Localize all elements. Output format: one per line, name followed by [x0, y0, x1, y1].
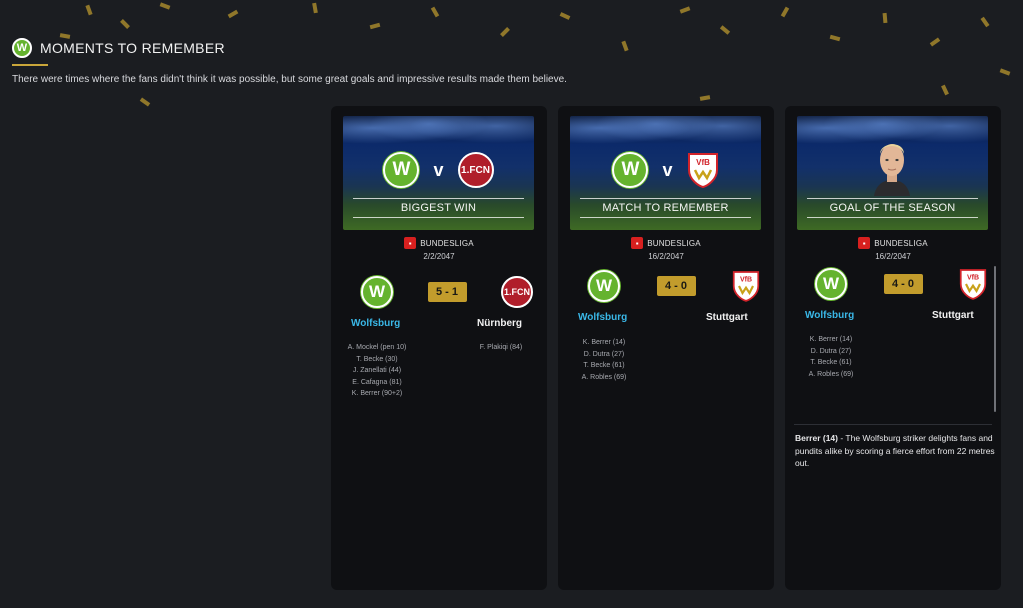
bundesliga-icon: ▪ — [858, 237, 871, 249]
nurnberg-crest-icon: 1.FCN — [457, 152, 494, 188]
page-title: MOMENTS TO REMEMBER — [40, 40, 225, 56]
score-row: W 5 - 1 1.FCN — [331, 276, 547, 308]
card-banner: W v VfB MATCH TO REMEMBER — [570, 116, 761, 230]
competition-row[interactable]: ▪ BUNDESLIGA — [785, 237, 1001, 249]
goal-description: Berrer (14) - The Wolfsburg striker deli… — [795, 432, 995, 470]
match-score[interactable]: 4 - 0 — [656, 276, 696, 296]
scorer[interactable]: K. Berrer (14) — [795, 334, 867, 346]
moment-card-biggest-win[interactable]: W v 1.FCN BIGGEST WIN ▪ BUNDESLIGA 2/2/2… — [331, 106, 547, 590]
home-team-name[interactable]: Wolfsburg — [578, 312, 627, 323]
stuttgart-crest-icon: VfB — [687, 153, 718, 188]
bundesliga-icon: ▪ — [404, 237, 417, 249]
away-team-name[interactable]: Stuttgart — [932, 310, 974, 321]
scorer[interactable]: E. Cafagna (81) — [339, 377, 415, 389]
nurnberg-crest-icon[interactable]: 1.FCN — [501, 276, 533, 308]
page-header: W MOMENTS TO REMEMBER There were times w… — [12, 38, 1012, 85]
svg-text:VfB: VfB — [967, 275, 979, 282]
svg-text:VfB: VfB — [740, 277, 752, 284]
scorer[interactable]: T. Becke (61) — [568, 360, 640, 372]
wolfsburg-club-icon: W — [12, 38, 32, 58]
away-team-name[interactable]: Nürnberg — [477, 318, 522, 329]
home-scorers: K. Berrer (14) D. Dutra (27) T. Becke (6… — [795, 334, 867, 380]
banner-label: MATCH TO REMEMBER — [602, 202, 729, 214]
scorer[interactable]: A. Robles (69) — [568, 372, 640, 384]
moment-card-goal-of-the-season[interactable]: GOAL OF THE SEASON ▪ BUNDESLIGA 16/2/204… — [785, 106, 1001, 590]
score-row: W 4 - 0 VfB — [785, 268, 1001, 300]
match-score[interactable]: 4 - 0 — [883, 274, 923, 294]
home-team-name[interactable]: Wolfsburg — [351, 318, 400, 329]
wolfsburg-crest-icon: W — [612, 152, 649, 188]
goal-scorer[interactable]: Berrer (14) — [795, 433, 838, 443]
competition-name: BUNDESLIGA — [420, 238, 474, 248]
away-team-name[interactable]: Stuttgart — [706, 312, 748, 323]
scorer[interactable]: F. Plakiqi (84) — [471, 342, 531, 354]
moment-card-match-to-remember[interactable]: W v VfB MATCH TO REMEMBER ▪ BUNDESLIGA 1… — [558, 106, 774, 590]
card-banner: GOAL OF THE SEASON — [797, 116, 988, 230]
home-team-name[interactable]: Wolfsburg — [805, 310, 854, 321]
bundesliga-icon: ▪ — [631, 237, 644, 249]
match-date: 16/2/2047 — [648, 252, 684, 261]
wolfsburg-crest-icon: W — [383, 152, 420, 188]
competition-name: BUNDESLIGA — [647, 238, 701, 248]
stuttgart-crest-icon[interactable]: VfB — [959, 268, 987, 300]
card-banner: W v 1.FCN BIGGEST WIN — [343, 116, 534, 230]
match-date: 16/2/2047 — [875, 252, 911, 261]
wolfsburg-crest-icon[interactable]: W — [588, 270, 620, 302]
score-row: W 4 - 0 VfB — [558, 270, 774, 302]
versus-label: v — [433, 159, 444, 180]
scorer[interactable]: T. Becke (30) — [339, 354, 415, 366]
scorer[interactable]: A. Robles (69) — [795, 369, 867, 381]
divider — [794, 424, 992, 425]
page-subtitle: There were times where the fans didn't t… — [12, 74, 567, 85]
wolfsburg-crest-icon[interactable]: W — [815, 268, 847, 300]
scorer[interactable]: J. Zanellati (44) — [339, 365, 415, 377]
match-date: 2/2/2047 — [423, 252, 455, 261]
scrollbar[interactable] — [994, 266, 996, 412]
banner-label: GOAL OF THE SEASON — [829, 202, 956, 214]
competition-row[interactable]: ▪ BUNDESLIGA — [331, 237, 547, 249]
title-underline — [12, 64, 48, 66]
svg-text:VfB: VfB — [696, 158, 710, 167]
stuttgart-crest-icon[interactable]: VfB — [732, 270, 760, 302]
scorer[interactable]: A. Mockel (pen 10) — [339, 342, 415, 354]
away-scorers: F. Plakiqi (84) — [471, 342, 531, 354]
scorer[interactable]: T. Becke (61) — [795, 357, 867, 369]
match-score[interactable]: 5 - 1 — [427, 282, 467, 302]
home-scorers: A. Mockel (pen 10) T. Becke (30) J. Zane… — [339, 342, 415, 400]
banner-label: BIGGEST WIN — [400, 202, 477, 214]
competition-row[interactable]: ▪ BUNDESLIGA — [558, 237, 774, 249]
wolfsburg-crest-icon[interactable]: W — [361, 276, 393, 308]
scorer[interactable]: K. Berrer (90+2) — [339, 388, 415, 400]
scorer[interactable]: D. Dutra (27) — [795, 346, 867, 358]
home-scorers: K. Berrer (14) D. Dutra (27) T. Becke (6… — [568, 337, 640, 383]
versus-label: v — [662, 159, 673, 180]
competition-name: BUNDESLIGA — [874, 238, 928, 248]
scorer[interactable]: K. Berrer (14) — [568, 337, 640, 349]
scorer[interactable]: D. Dutra (27) — [568, 349, 640, 361]
player-portrait-icon — [874, 144, 910, 196]
